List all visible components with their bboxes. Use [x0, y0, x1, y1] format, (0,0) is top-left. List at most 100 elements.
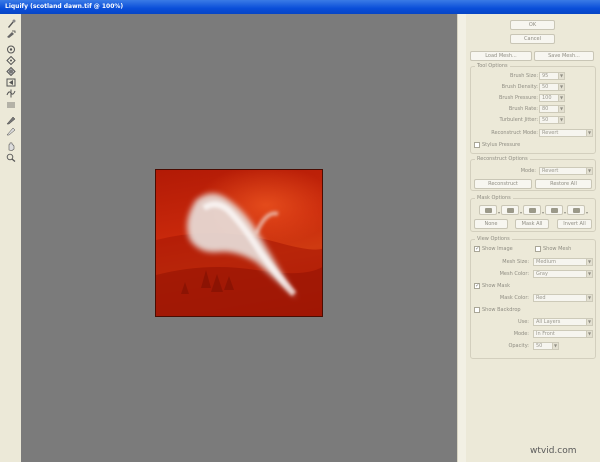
- tool-options-title: Tool Options: [475, 63, 510, 70]
- show-backdrop-checkbox[interactable]: [474, 307, 480, 313]
- show-mesh-label: Show Mesh: [543, 246, 572, 252]
- show-mesh-checkbox[interactable]: [535, 246, 541, 252]
- mirror-icon[interactable]: [5, 88, 16, 98]
- brush-pressure-value: 100: [542, 95, 552, 101]
- chevron-down-icon[interactable]: ▼: [558, 95, 564, 101]
- window-title: Liquify (scotland dawn.tif @ 100%): [0, 0, 600, 14]
- cancel-button[interactable]: Cancel: [510, 34, 555, 44]
- show-backdrop-label: Show Backdrop: [482, 307, 521, 313]
- show-mask-checkbox[interactable]: [474, 282, 480, 289]
- mask-replace-icon[interactable]: ▾: [479, 205, 500, 215]
- brush-density-label: Brush Density:: [501, 84, 538, 90]
- reconstruct-mode-value: Revert: [542, 130, 559, 136]
- chevron-down-icon[interactable]: ▼: [552, 343, 558, 349]
- mesh-color-label: Mesh Color:: [499, 271, 529, 277]
- pucker-icon[interactable]: [5, 55, 16, 65]
- chevron-down-icon[interactable]: ▼: [586, 259, 592, 265]
- chevron-down-icon[interactable]: ▼: [586, 271, 592, 277]
- mask-none-button[interactable]: None: [474, 219, 508, 229]
- show-image-checkbox[interactable]: [474, 245, 480, 252]
- chevron-down-icon[interactable]: ▼: [558, 84, 564, 90]
- watermark: wtvid.com: [530, 446, 577, 456]
- brush-size-value: 95: [542, 73, 549, 79]
- restore-all-button[interactable]: Restore All: [535, 179, 592, 189]
- brush-pressure-field[interactable]: 100 ▼: [539, 94, 565, 102]
- chevron-down-icon[interactable]: ▼: [558, 106, 564, 112]
- chevron-down-icon[interactable]: ▼: [586, 331, 592, 337]
- push-left-icon[interactable]: [5, 77, 16, 87]
- mesh-size-value: Medium: [536, 259, 556, 265]
- image-content: [156, 170, 322, 316]
- mask-color-select[interactable]: Red ▼: [533, 294, 593, 302]
- mesh-size-select[interactable]: Medium ▼: [533, 258, 593, 266]
- bloat-icon[interactable]: [5, 66, 16, 76]
- stylus-pressure-checkbox[interactable]: [474, 142, 480, 148]
- stylus-pressure-label: Stylus Pressure: [482, 142, 521, 148]
- turbulent-jitter-label: Turbulent Jitter:: [499, 117, 538, 123]
- hand-icon[interactable]: [5, 141, 16, 151]
- thaw-mask-icon[interactable]: [5, 126, 16, 136]
- reconstruct-mode-value-2: Revert: [542, 168, 559, 174]
- brush-density-field[interactable]: 50 ▼: [539, 83, 565, 91]
- chevron-down-icon[interactable]: ▼: [558, 73, 564, 79]
- backdrop-opacity-field[interactable]: 50 ▼: [533, 342, 559, 350]
- backdrop-mode-select[interactable]: In Front ▼: [533, 330, 593, 338]
- zoom-icon[interactable]: [5, 152, 16, 162]
- backdrop-use-value: All Layers: [536, 319, 561, 325]
- mask-add-icon[interactable]: ▾: [501, 205, 522, 215]
- chevron-down-icon[interactable]: ▼: [586, 295, 592, 301]
- brush-pressure-label: Brush Pressure:: [498, 95, 538, 101]
- mask-options-title: Mask Options: [475, 195, 513, 202]
- mask-color-label: Mask Color:: [499, 295, 529, 301]
- reconstruct-mode-select-2[interactable]: Revert ▼: [539, 167, 593, 175]
- backdrop-opacity-label: Opacity:: [508, 343, 529, 349]
- backdrop-opacity-value: 50: [536, 343, 543, 349]
- mask-color-value: Red: [536, 295, 546, 301]
- load-mesh-button[interactable]: Load Mesh...: [470, 51, 532, 61]
- show-image-label: Show Image: [482, 246, 513, 252]
- reconstruct-options-group: Reconstruct Options Mode: Revert ▼ Recons…: [470, 156, 596, 191]
- backdrop-mode-value: In Front: [536, 331, 555, 337]
- turbulence-icon[interactable]: [5, 99, 16, 109]
- freeze-mask-icon[interactable]: [5, 115, 16, 125]
- mesh-color-select[interactable]: Gray ▼: [533, 270, 593, 278]
- mesh-color-value: Gray: [536, 271, 548, 277]
- reconstruct-mode-label: Reconstruct Mode:: [491, 130, 538, 136]
- options-panel: OK Cancel Load Mesh... Save Mesh... Tool…: [466, 14, 600, 462]
- liquify-toolbox: [0, 14, 21, 462]
- panel-divider: [457, 14, 466, 462]
- chevron-down-icon[interactable]: ▼: [558, 117, 564, 123]
- reconstruct-icon[interactable]: [5, 29, 16, 39]
- reconstruct-mode-select[interactable]: Revert ▼: [539, 129, 593, 137]
- backdrop-use-label: Use:: [517, 319, 529, 325]
- reconstruct-button[interactable]: Reconstruct: [474, 179, 532, 189]
- ok-button[interactable]: OK: [510, 20, 555, 30]
- forward-warp-icon[interactable]: [5, 18, 16, 28]
- chevron-down-icon[interactable]: ▼: [586, 130, 592, 136]
- reconstruct-mode-label-2: Mode:: [520, 168, 536, 174]
- brush-rate-field[interactable]: 80 ▼: [539, 105, 565, 113]
- preview-image[interactable]: [155, 169, 323, 317]
- brush-rate-value: 80: [542, 106, 549, 112]
- mask-all-button[interactable]: Mask All: [515, 219, 549, 229]
- brush-size-label: Brush Size:: [510, 73, 538, 79]
- brush-rate-label: Brush Rate:: [508, 106, 538, 112]
- chevron-down-icon[interactable]: ▼: [586, 319, 592, 325]
- backdrop-use-select[interactable]: All Layers ▼: [533, 318, 593, 326]
- save-mesh-button[interactable]: Save Mesh...: [534, 51, 594, 61]
- mask-invert-icon[interactable]: ▾: [567, 205, 588, 215]
- mask-options-group: Mask Options ▾ ▾ ▾ ▾ ▾ None Mask All Inv…: [470, 195, 596, 232]
- turbulent-jitter-field[interactable]: 50 ▼: [539, 116, 565, 124]
- twirl-clockwise-icon[interactable]: [5, 44, 16, 54]
- tool-options-group: Tool Options Brush Size: 95 ▼ Brush Densi…: [470, 63, 596, 154]
- preview-canvas[interactable]: [21, 14, 457, 462]
- brush-size-field[interactable]: 95 ▼: [539, 72, 565, 80]
- mask-intersect-icon[interactable]: ▾: [545, 205, 566, 215]
- invert-all-button[interactable]: Invert All: [557, 219, 592, 229]
- mask-subtract-icon[interactable]: ▾: [523, 205, 544, 215]
- view-options-title: View Options: [475, 236, 512, 243]
- chevron-down-icon[interactable]: ▼: [586, 168, 592, 174]
- show-mask-label: Show Mask: [482, 283, 510, 289]
- mesh-size-label: Mesh Size:: [502, 259, 529, 265]
- view-options-group: View Options Show Image Show Mesh Mesh S…: [470, 236, 596, 359]
